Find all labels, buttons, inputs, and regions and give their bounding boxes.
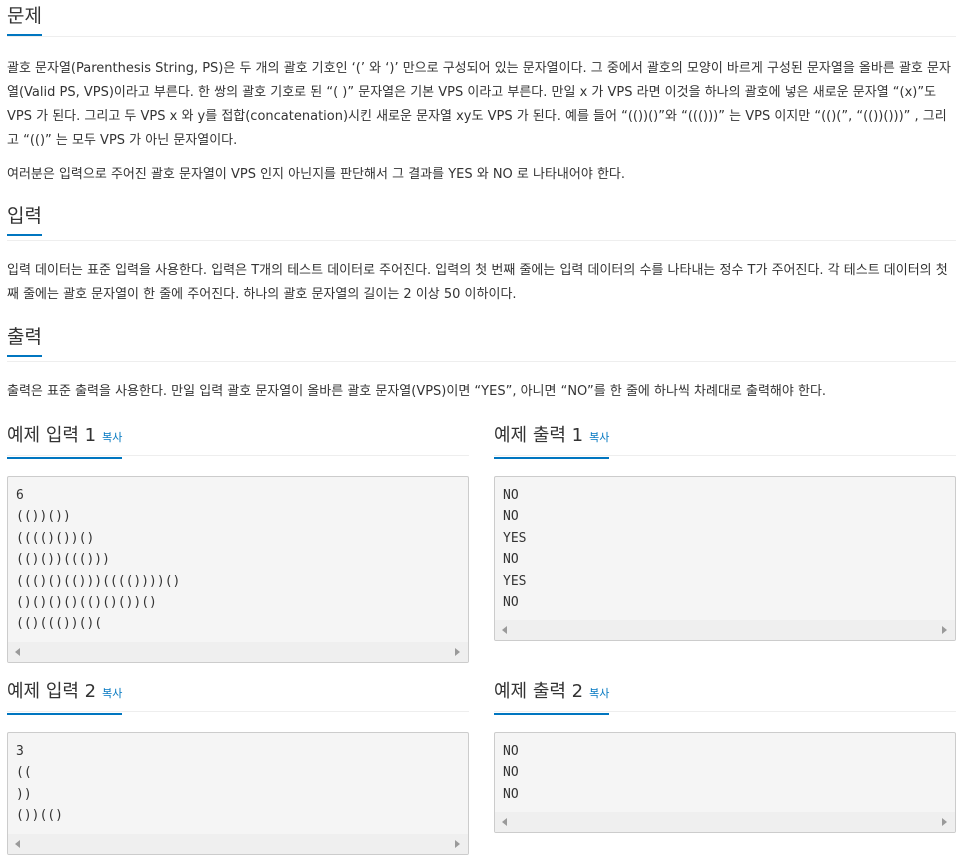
sample-line: YES <box>503 573 527 589</box>
output-header: 출력 <box>7 321 956 362</box>
sample-line: (((()())() <box>16 530 95 546</box>
sample-input-2-text: 3 (()) ())(() <box>8 733 468 827</box>
sample-line: ((()()(()))(((())))() <box>16 573 181 589</box>
sample-input-1-box[interactable]: 6 (())()) (((()())() (()())((())) ((()()(())… <box>7 476 469 663</box>
sample-line: (()())((())) <box>16 552 110 568</box>
problem-task: 여러분은 입력으로 주어진 괄호 문자열이 VPS 인지 아닌지를 판단해서 그… <box>7 167 625 182</box>
sample-line: NO <box>503 509 519 525</box>
sample-output-2: 예제 출력 2 복사 NO NO NO <box>494 681 956 833</box>
sample-line: NO <box>503 786 519 802</box>
sample-line: )) <box>16 786 32 802</box>
scroll-left-arrow-icon[interactable] <box>502 626 507 634</box>
sample-line: 3 <box>16 744 24 759</box>
copy-sample-input-1-link[interactable]: 복사 <box>102 431 122 444</box>
sample-line: 6 <box>16 488 24 503</box>
problem-title: 문제 <box>7 6 42 36</box>
input-section: 입력 입력 데이터는 표준 입력을 사용한다. 입력은 T개의 테스트 데이터로… <box>7 200 956 307</box>
sample-line: NO <box>503 594 519 610</box>
sample-line: NO <box>503 488 519 503</box>
sample-input-1-title: 예제 입력 1 복사 <box>7 425 123 459</box>
sample-input-1-header: 예제 입력 1 복사 <box>7 425 469 459</box>
scroll-right-arrow-icon[interactable] <box>455 840 460 848</box>
horizontal-scrollbar[interactable] <box>495 812 955 832</box>
copy-sample-input-2-link[interactable]: 복사 <box>102 687 122 700</box>
scroll-right-arrow-icon[interactable] <box>942 626 947 634</box>
problem-page: 문제 괄호 문자열(Parenthesis String, PS)은 두 개의 … <box>0 0 971 864</box>
output-section: 출력 출력은 표준 출력을 사용한다. 만일 입력 괄호 문자열이 올바른 괄호… <box>7 321 956 404</box>
sample-output-1-text: NO NO YES NO YES NO <box>495 477 955 613</box>
scroll-right-arrow-icon[interactable] <box>455 648 460 656</box>
problem-section: 문제 괄호 문자열(Parenthesis String, PS)은 두 개의 … <box>7 0 956 187</box>
input-header: 입력 <box>7 200 956 241</box>
sample-output-2-box[interactable]: NO NO NO <box>494 732 956 833</box>
sample-line: ()()()()(()()())() <box>16 594 157 610</box>
horizontal-scrollbar[interactable] <box>495 620 955 640</box>
sample-output-2-title: 예제 출력 2 복사 <box>494 681 610 715</box>
scroll-left-arrow-icon[interactable] <box>15 648 20 656</box>
sample-input-2: 예제 입력 2 복사 3 (()) ())(() <box>7 681 469 855</box>
sample-output-1: 예제 출력 1 복사 NO NO YES NO YES NO <box>494 425 956 641</box>
sample-line: YES <box>503 530 527 546</box>
sample-input-2-header: 예제 입력 2 복사 <box>7 681 469 715</box>
copy-sample-output-2-link[interactable]: 복사 <box>589 687 609 700</box>
sample-input-1: 예제 입력 1 복사 6 (())()) (((()())() (()())((()))… <box>7 425 469 663</box>
problem-description: 괄호 문자열(Parenthesis String, PS)은 두 개의 괄호 … <box>7 61 951 148</box>
sample-output-1-header: 예제 출력 1 복사 <box>494 425 956 459</box>
input-description: 입력 데이터는 표준 입력을 사용한다. 입력은 T개의 테스트 데이터로 주어… <box>7 263 948 302</box>
sample-line: NO <box>503 552 519 568</box>
input-title: 입력 <box>7 206 42 236</box>
copy-sample-output-1-link[interactable]: 복사 <box>589 431 609 444</box>
sample-input-1-text: 6 (())()) (((()())() (()())((())) ((()()(())… <box>8 477 468 635</box>
sample-output-1-title: 예제 출력 1 복사 <box>494 425 610 459</box>
output-title: 출력 <box>7 327 42 357</box>
scroll-left-arrow-icon[interactable] <box>502 818 507 826</box>
sample-output-2-header: 예제 출력 2 복사 <box>494 681 956 715</box>
sample-input-2-box[interactable]: 3 (()) ())(() <box>7 732 469 855</box>
sample-output-1-box[interactable]: NO NO YES NO YES NO <box>494 476 956 641</box>
sample-line: NO <box>503 765 519 781</box>
sample-line: (()((())()( <box>16 616 103 632</box>
horizontal-scrollbar[interactable] <box>8 642 468 662</box>
scroll-left-arrow-icon[interactable] <box>15 840 20 848</box>
output-description: 출력은 표준 출력을 사용한다. 만일 입력 괄호 문자열이 올바른 괄호 문자… <box>7 384 827 399</box>
sample-line: (())()) <box>16 509 71 525</box>
horizontal-scrollbar[interactable] <box>8 834 468 854</box>
scroll-right-arrow-icon[interactable] <box>942 818 947 826</box>
problem-header: 문제 <box>7 0 956 37</box>
sample-line: ())(() <box>16 808 63 824</box>
sample-input-2-title: 예제 입력 2 복사 <box>7 681 123 715</box>
sample-line: NO <box>503 744 519 759</box>
sample-output-2-text: NO NO NO <box>495 733 955 805</box>
sample-line: (( <box>16 765 32 781</box>
